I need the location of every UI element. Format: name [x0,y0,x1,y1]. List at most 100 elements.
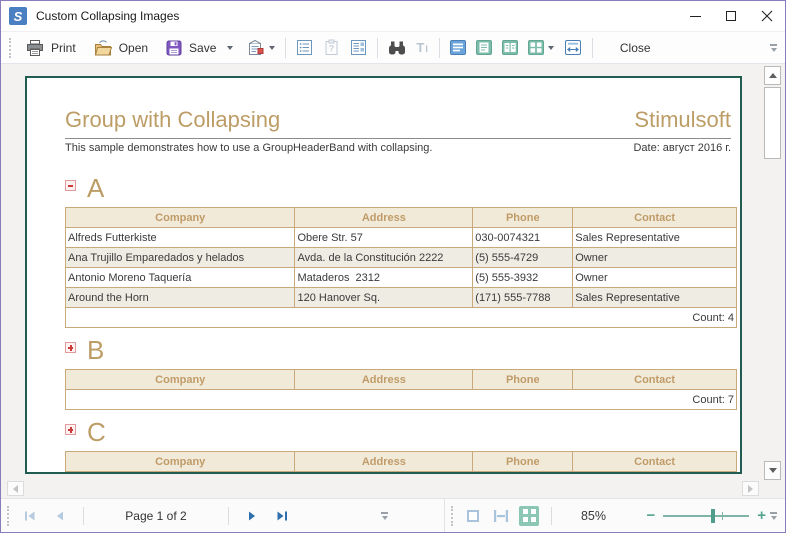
last-page-button[interactable] [270,504,294,528]
slider-track[interactable] [663,515,749,517]
printer-icon [26,40,44,56]
thumbnails-panel-button[interactable] [345,35,372,61]
svg-text:?: ? [329,44,335,54]
toolbar-overflow-button[interactable] [770,44,777,52]
zoom-multiple-pages-button[interactable] [517,504,541,528]
minimize-button[interactable] [677,1,713,31]
last-page-icon [276,511,288,521]
view-continuous-button[interactable] [471,35,497,61]
report-header: Group with Collapsing Stimulsoft [65,108,731,132]
print-button[interactable]: Print [17,35,85,61]
column-header-row: CompanyAddressPhoneContact [66,370,737,390]
find-button[interactable] [383,35,411,61]
export-dropdown-caret-icon [269,46,275,50]
slider-thumb[interactable] [711,509,715,523]
statusbar-separator [551,507,552,525]
table-cell: (171) 555-7788 [473,288,573,308]
app-window: S Custom Collapsing Images Print [0,0,786,533]
previous-page-button[interactable] [48,504,72,528]
group-header: C [65,419,731,445]
statusbar-grip[interactable] [451,506,453,526]
toolbar-grip[interactable] [9,38,11,58]
zoom-one-page-button[interactable] [461,504,485,528]
column-header: Contact [573,370,737,390]
table-cell: Sales Representative [573,228,737,248]
view-page-width-button[interactable] [559,35,587,61]
table-cell: Antonio Moreno Taquería [66,268,295,288]
column-header: Phone [473,208,573,228]
group-header: B [65,337,731,363]
overflow-bar-icon [381,512,388,514]
table-row: Alfreds FutterkisteObere Str. 57030-0074… [66,228,737,248]
zoom-slider[interactable] [663,506,749,526]
zoom-multiple-pages-icon [519,506,539,526]
statusbar-separator [228,507,229,525]
close-button[interactable] [749,1,785,31]
report-subheader: This sample demonstrates how to use a Gr… [65,142,731,155]
group-section: ACompanyAddressPhoneContactAlfreds Futte… [65,175,731,328]
table-row: Ana Trujillo Emparedados y heladosAvda. … [66,248,737,268]
open-button[interactable]: Open [85,35,157,61]
nav-overflow-button[interactable] [381,512,388,520]
view-two-pages-button[interactable] [497,35,523,61]
expand-icon[interactable] [65,424,76,435]
text-editor-icon: TI [416,40,428,55]
close-icon [761,10,773,22]
save-icon [166,40,182,56]
export-button[interactable] [242,35,280,61]
main-toolbar: Print Open Save [1,31,785,64]
next-page-icon [247,511,257,521]
page-navigation-toolbar: Page 1 of 2 [1,499,445,532]
report-groups: ACompanyAddressPhoneContactAlfreds Futte… [65,175,731,474]
table-cell: Ana Trujillo Emparedados y helados [66,248,295,268]
zoom-one-page-icon [467,510,479,522]
view-multiple-pages-button[interactable] [523,35,559,61]
text-editor-button[interactable]: TI [411,35,433,61]
next-page-button[interactable] [240,504,264,528]
report-description: This sample demonstrates how to use a Gr… [65,142,432,155]
zoom-page-width-button[interactable] [489,504,513,528]
scroll-up-button[interactable] [764,66,781,85]
save-label: Save [189,41,216,55]
table-cell: 030-0074321 [473,228,573,248]
report-page: Group with Collapsing Stimulsoft This sa… [25,76,742,474]
count-row: Count: 5 [66,472,737,475]
column-header: Contact [573,452,737,472]
save-button[interactable]: Save [157,35,242,61]
column-header: Phone [473,370,573,390]
first-page-button[interactable] [18,504,42,528]
overflow-bar-icon [770,512,777,514]
table-row: Around the Horn120 Hanover Sq.(171) 555-… [66,288,737,308]
parameters-panel-button[interactable]: ? [318,35,345,61]
group-letter: A [87,175,104,201]
view-single-page-button[interactable] [445,35,471,61]
vertical-scrollbar[interactable] [764,66,781,480]
close-viewer-button[interactable]: Close [598,35,673,61]
open-folder-icon [94,40,112,56]
statusbar-grip[interactable] [7,506,9,526]
zoom-toolbar: 85% − + [445,499,785,532]
table-cell: Obere Str. 57 [295,228,473,248]
header-rule [65,138,731,139]
zoom-out-button[interactable]: − [642,508,659,523]
maximize-button[interactable] [713,1,749,31]
page-indicator: Page 1 of 2 [92,509,220,523]
zoom-in-button[interactable]: + [753,508,770,523]
minimize-icon [690,16,701,17]
statusbar-separator [83,507,84,525]
column-header: Address [295,452,473,472]
zoom-overflow-button[interactable] [770,512,777,520]
open-label: Open [119,41,148,55]
collapse-icon[interactable] [65,180,76,191]
scroll-right-button[interactable] [742,481,759,496]
scroll-left-button[interactable] [7,481,24,496]
scrollbar-thumb[interactable] [764,87,781,159]
group-section: BCompanyAddressPhoneContactCount: 7 [65,337,731,410]
expand-icon[interactable] [65,342,76,353]
scroll-down-button[interactable] [764,461,781,480]
view-page-width-icon [564,40,582,55]
view-continuous-icon [476,40,492,55]
column-header: Company [66,452,295,472]
bookmarks-panel-button[interactable] [291,35,318,61]
table-cell: Alfreds Futterkiste [66,228,295,248]
